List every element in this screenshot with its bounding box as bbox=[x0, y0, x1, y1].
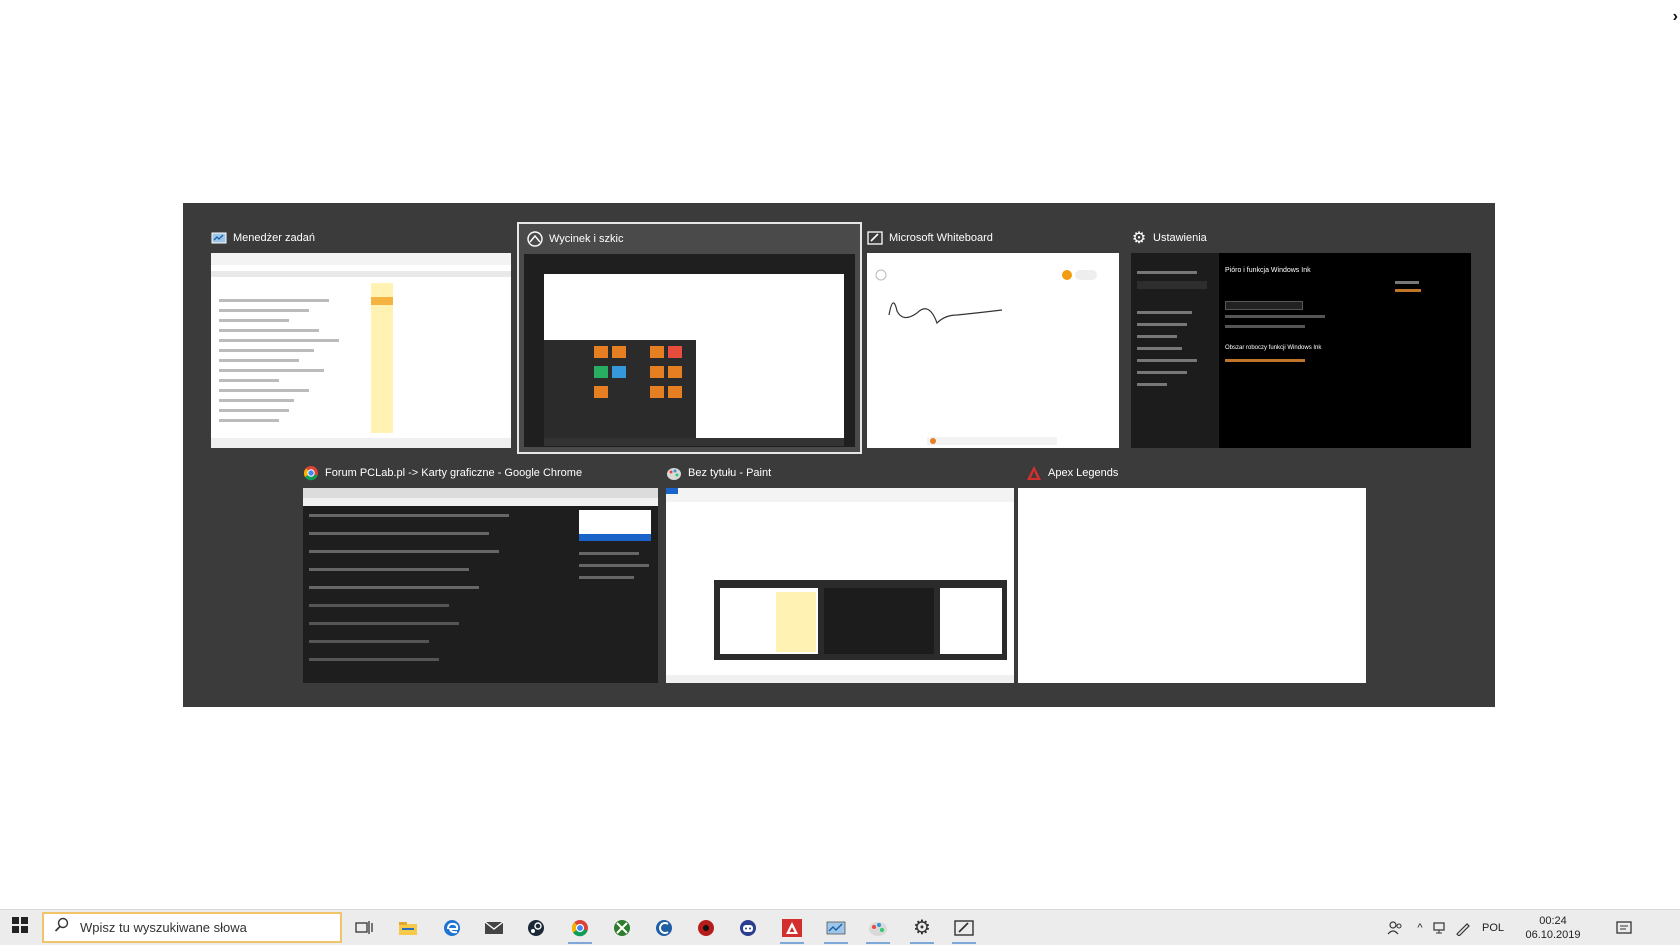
game-app-icon[interactable] bbox=[686, 910, 726, 945]
tile-header: Bez tytułu - Paint bbox=[666, 462, 771, 484]
tile-header: Microsoft Whiteboard bbox=[867, 227, 993, 249]
task-manager-icon bbox=[211, 230, 227, 246]
snip-sketch-thumbnail bbox=[524, 254, 855, 447]
tile-header: Menedżer zadań bbox=[211, 227, 315, 249]
windows-logo-icon bbox=[12, 917, 28, 938]
chrome-thumbnail bbox=[303, 488, 658, 683]
discord-icon[interactable] bbox=[728, 910, 768, 945]
tile-title: Bez tytułu - Paint bbox=[688, 467, 772, 479]
alt-tab-switcher: Menedżer zadań Wycinek i szkic Microsoft… bbox=[183, 203, 1495, 707]
tile-header: Forum PCLab.pl -> Karty graficzne - Goog… bbox=[303, 462, 582, 484]
settings-thumbnail: Pióro i funkcja Windows Ink Obszar roboc… bbox=[1131, 253, 1471, 448]
window-tile-paint[interactable]: Bez tytułu - Paint bbox=[658, 458, 1014, 683]
window-tile-task-manager[interactable]: Menedżer zadań bbox=[203, 223, 513, 448]
paint-thumbnail bbox=[666, 488, 1014, 683]
steam-icon[interactable] bbox=[516, 910, 556, 945]
tile-title: Forum PCLab.pl -> Karty graficzne - Goog… bbox=[325, 467, 583, 479]
whiteboard-icon bbox=[867, 230, 883, 246]
clock[interactable]: 00:24 06.10.2019 bbox=[1512, 910, 1594, 945]
clock-date: 06.10.2019 bbox=[1525, 928, 1581, 941]
tile-title: Ustawienia bbox=[1153, 232, 1207, 244]
settings-preview-section: Obszar roboczy funkcji Windows Ink bbox=[1225, 345, 1322, 351]
tile-title: Apex Legends bbox=[1048, 467, 1119, 479]
chevron-up-icon[interactable]: ^ bbox=[1410, 910, 1430, 945]
task-manager-taskbar-icon[interactable] bbox=[816, 910, 856, 945]
edge-icon[interactable] bbox=[432, 910, 472, 945]
language-indicator[interactable]: POL bbox=[1476, 910, 1510, 945]
search-placeholder: Wpisz tu wyszukiwane słowa bbox=[80, 920, 247, 935]
window-tile-whiteboard[interactable]: Microsoft Whiteboard bbox=[859, 223, 1121, 448]
system-tray: ^ POL 00:24 06.10.2019 bbox=[1380, 910, 1680, 945]
close-mark-icon: › bbox=[1672, 8, 1678, 25]
search-input[interactable]: Wpisz tu wyszukiwane słowa bbox=[42, 912, 342, 943]
clock-time: 00:24 bbox=[1539, 914, 1567, 927]
window-tile-snip-sketch[interactable]: Wycinek i szkic bbox=[517, 222, 862, 454]
apex-legends-thumbnail bbox=[1018, 488, 1366, 683]
tile-title: Wycinek i szkic bbox=[549, 233, 624, 245]
paint-taskbar-icon[interactable] bbox=[858, 910, 898, 945]
apex-legends-taskbar-icon[interactable] bbox=[772, 910, 812, 945]
window-tile-chrome[interactable]: Forum PCLab.pl -> Karty graficzne - Goog… bbox=[295, 458, 658, 683]
settings-preview-heading: Pióro i funkcja Windows Ink bbox=[1225, 267, 1311, 274]
whiteboard-thumbnail bbox=[867, 253, 1119, 448]
settings-gear-taskbar-icon[interactable]: ⚙ bbox=[902, 910, 942, 945]
task-manager-thumbnail bbox=[211, 253, 511, 448]
start-button[interactable] bbox=[0, 910, 40, 945]
pen-ink-icon[interactable] bbox=[1452, 910, 1474, 945]
chrome-taskbar-icon[interactable] bbox=[560, 910, 600, 945]
window-tile-apex-legends[interactable]: Apex Legends bbox=[1018, 458, 1374, 683]
tile-header: Wycinek i szkic bbox=[527, 228, 623, 250]
people-icon[interactable] bbox=[1380, 910, 1410, 945]
tile-header: Apex Legends bbox=[1026, 462, 1118, 484]
notifications-icon[interactable] bbox=[1604, 910, 1644, 945]
apex-legends-icon bbox=[1026, 465, 1042, 481]
network-icon[interactable] bbox=[1430, 910, 1452, 945]
whiteboard-taskbar-icon[interactable] bbox=[944, 910, 984, 945]
task-view-icon[interactable] bbox=[344, 910, 384, 945]
chrome-icon bbox=[303, 465, 319, 481]
tile-header: ⚙ Ustawienia bbox=[1131, 227, 1207, 249]
snip-sketch-icon bbox=[527, 231, 543, 247]
xbox-icon[interactable] bbox=[602, 910, 642, 945]
ccleaner-icon[interactable] bbox=[644, 910, 684, 945]
tile-title: Microsoft Whiteboard bbox=[889, 232, 993, 244]
window-tile-settings[interactable]: ⚙ Ustawienia Pióro i funkcja Windows Ink… bbox=[1123, 223, 1478, 448]
paint-icon bbox=[666, 465, 682, 481]
settings-gear-icon: ⚙ bbox=[1131, 230, 1147, 247]
tile-title: Menedżer zadań bbox=[233, 232, 315, 244]
file-explorer-icon[interactable] bbox=[388, 910, 428, 945]
search-icon bbox=[54, 917, 70, 938]
mail-icon[interactable] bbox=[474, 910, 514, 945]
taskbar: Wpisz tu wyszukiwane słowa ⚙ ^ POL 00:24… bbox=[0, 909, 1680, 945]
